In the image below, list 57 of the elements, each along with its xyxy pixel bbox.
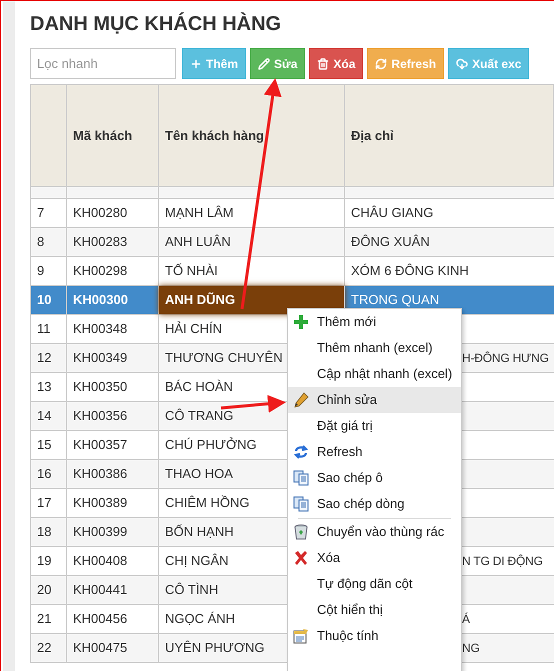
row-number: 7 bbox=[37, 204, 44, 222]
table-cell-text: HẢI CHÍN bbox=[165, 320, 222, 338]
table-cell-text: KH00386 bbox=[73, 465, 128, 484]
row-number: 9 bbox=[37, 262, 44, 280]
table-cell-text: KH00356 bbox=[73, 407, 128, 426]
row-number: 14 bbox=[37, 407, 52, 426]
table-cell-text: N TG DI ĐỘNG bbox=[462, 553, 543, 570]
table-cell-text: CÔ TÌNH bbox=[165, 581, 218, 600]
table-cell-text: TỐ NHÀI bbox=[165, 262, 218, 280]
table-cell-text: BỐN HẠNH bbox=[165, 523, 234, 542]
table-cell-text: NG bbox=[462, 640, 480, 657]
row-number: 12 bbox=[37, 349, 52, 368]
row-number: 15 bbox=[37, 436, 52, 454]
table-cell-text: CHIÊM HỒNG bbox=[165, 494, 250, 512]
table-cell-text: H-ĐÔNG HƯNG bbox=[462, 350, 549, 367]
table-cell-text: CHÂU GIANG bbox=[351, 204, 434, 222]
table-cell-text: KH00399 bbox=[73, 523, 128, 542]
table-cell-text: KH00456 bbox=[73, 610, 128, 628]
row-number: 21 bbox=[37, 610, 52, 628]
row-number: 18 bbox=[37, 523, 52, 542]
row-number: 17 bbox=[37, 494, 52, 512]
table-cell-text: UYÊN PHƯƠNG bbox=[165, 639, 265, 658]
table-cell-text: KH00349 bbox=[73, 349, 128, 368]
table-cell-text: CHÚ PHƯỞNG bbox=[165, 436, 257, 454]
row-number: 8 bbox=[37, 233, 44, 252]
table-cell-text: NGỌC ÁNH bbox=[165, 610, 236, 628]
table-cell-text: TRONG QUAN bbox=[351, 291, 440, 310]
table-cell-text: KH00357 bbox=[73, 436, 128, 454]
table-cell-text: CÔ TRANG bbox=[165, 407, 234, 426]
row-number: 10 bbox=[37, 291, 52, 310]
table-cell-text: KH00300 bbox=[73, 291, 128, 310]
table-cell-text: KH00441 bbox=[73, 581, 128, 600]
table-cell-text: KH00408 bbox=[73, 552, 128, 570]
table-cell-text: KH00348 bbox=[73, 320, 128, 338]
row-number: 20 bbox=[37, 581, 52, 600]
table-cell-text: XÓM 6 ĐÔNG KINH bbox=[351, 262, 469, 280]
table-cell-text: THƯƠNG CHUYÊN bbox=[165, 349, 283, 368]
row-number: 11 bbox=[37, 320, 50, 338]
table-cell-text: MẠNH LÂM bbox=[165, 204, 234, 222]
table-cell-text: ANH LUÂN bbox=[165, 233, 231, 252]
table-cell-text: KH00283 bbox=[73, 233, 128, 252]
table-cell-text: ĐÔNG XUÂN bbox=[351, 233, 430, 252]
table-cell-text: CHỊ NGÂN bbox=[165, 552, 229, 570]
page-title: DANH MỤC KHÁCH HÀNG bbox=[30, 11, 282, 37]
row-number: 13 bbox=[37, 378, 52, 396]
table-cell-text: KH00389 bbox=[73, 494, 128, 512]
row-number: 22 bbox=[37, 639, 52, 658]
table-cell-text: KH00298 bbox=[73, 262, 128, 280]
row-number: 16 bbox=[37, 465, 52, 484]
table-cell-text: KH00280 bbox=[73, 204, 128, 222]
table-cell-text: KH00475 bbox=[73, 639, 128, 658]
table-cell-text: ANH DŨNG bbox=[165, 291, 236, 310]
table-cell-text: KH00350 bbox=[73, 378, 128, 396]
table-cell-text: Á bbox=[462, 611, 470, 628]
row-number: 19 bbox=[37, 552, 52, 570]
table-cell-text: THAO HOA bbox=[165, 465, 233, 484]
table-cell-text: BÁC HOÀN bbox=[165, 378, 233, 396]
